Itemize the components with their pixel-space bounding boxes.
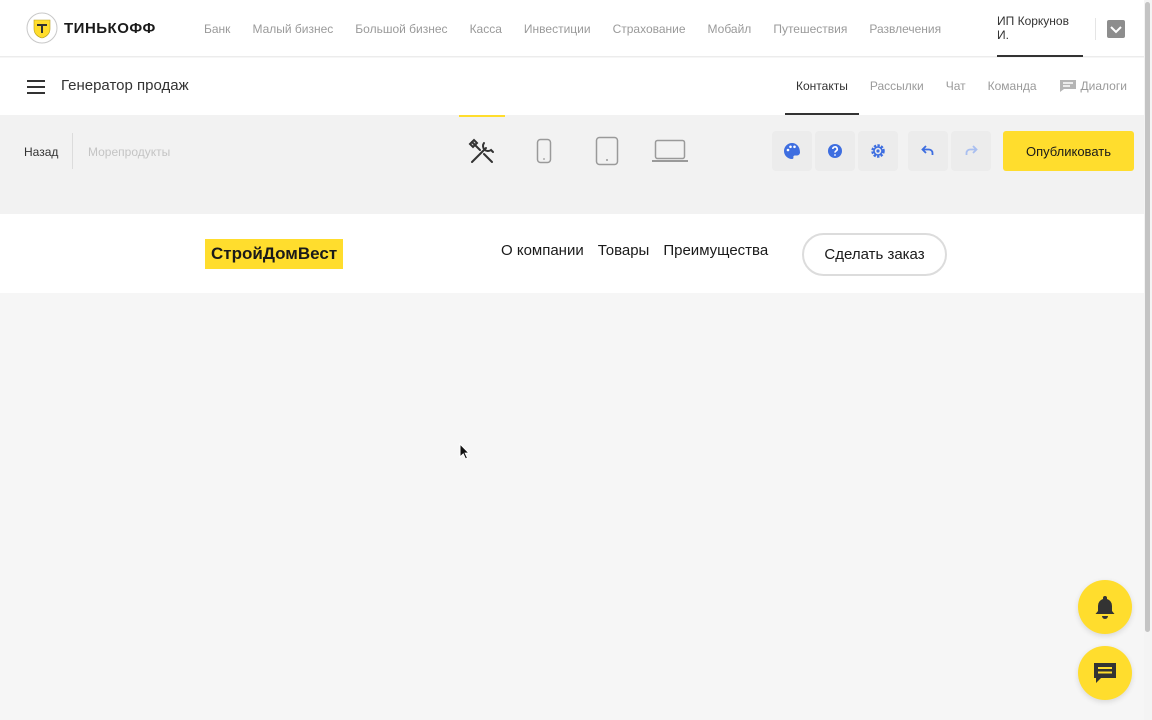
chat-icon <box>1094 663 1116 683</box>
top-nav-entertainment[interactable]: Развлечения <box>869 22 941 36</box>
site-nav: О компании Товары Преимущества <box>494 242 775 259</box>
app-tabs: Контакты Рассылки Чат Команда Диалоги <box>785 58 1138 115</box>
tablet-icon <box>595 136 619 166</box>
site-preview-canvas[interactable] <box>0 293 1144 720</box>
top-nav-big-business[interactable]: Большой бизнес <box>355 22 447 36</box>
tinkoff-shield-icon <box>26 12 58 44</box>
site-nav-advantages[interactable]: Преимущества <box>663 242 768 259</box>
device-tools-button[interactable] <box>459 115 505 187</box>
redo-button[interactable] <box>951 131 991 171</box>
top-nav-small-business[interactable]: Малый бизнес <box>252 22 333 36</box>
chat-button[interactable] <box>1078 646 1132 700</box>
settings-icon <box>871 144 885 158</box>
laptop-icon <box>652 139 688 162</box>
top-nav-mobile[interactable]: Мобайл <box>708 22 752 36</box>
user-menu-button[interactable] <box>1107 20 1125 38</box>
notifications-button[interactable] <box>1078 580 1132 634</box>
top-nav: Банк Малый бизнес Большой бизнес Касса И… <box>193 0 952 57</box>
help-icon <box>828 144 842 158</box>
device-mobile-button[interactable] <box>521 115 567 187</box>
tab-dialogs[interactable]: Диалоги <box>1048 58 1138 115</box>
app-bar: Генератор продаж Контакты Рассылки Чат К… <box>0 58 1144 115</box>
top-nav-kassa[interactable]: Касса <box>470 22 502 36</box>
theme-button[interactable] <box>772 131 812 171</box>
device-tablet-button[interactable] <box>584 115 630 187</box>
tab-chat[interactable]: Чат <box>935 58 977 115</box>
brand-name: ТИНЬКОФФ <box>64 19 156 37</box>
back-button[interactable]: Назад <box>24 145 58 159</box>
help-button[interactable] <box>815 131 855 171</box>
tab-mailings[interactable]: Рассылки <box>859 58 935 115</box>
hamburger-menu-icon[interactable] <box>27 80 45 94</box>
settings-button[interactable] <box>858 131 898 171</box>
chevron-down-icon <box>1110 26 1122 34</box>
publish-button[interactable]: Опубликовать <box>1003 131 1134 171</box>
mouse-cursor-icon <box>459 443 471 460</box>
device-desktop-button[interactable] <box>647 115 693 187</box>
top-nav-bank[interactable]: Банк <box>204 22 230 36</box>
site-nav-about[interactable]: О компании <box>501 242 584 259</box>
divider <box>1095 18 1096 40</box>
site-nav-products[interactable]: Товары <box>598 242 650 259</box>
mobile-icon <box>536 138 552 164</box>
undo-icon <box>921 145 934 155</box>
app-title: Генератор продаж <box>61 77 189 94</box>
top-nav-insurance[interactable]: Страхование <box>613 22 686 36</box>
undo-button[interactable] <box>908 131 948 171</box>
site-name: Морепродукты <box>88 145 171 159</box>
bell-icon <box>1095 596 1115 619</box>
divider <box>72 133 73 169</box>
user-name[interactable]: ИП Коркунов И. <box>997 0 1083 57</box>
chat-icon <box>1059 79 1076 92</box>
tinkoff-logo[interactable]: ТИНЬКОФФ <box>26 12 156 44</box>
tab-contacts[interactable]: Контакты <box>785 58 859 115</box>
top-nav-travel[interactable]: Путешествия <box>773 22 847 36</box>
redo-icon <box>965 145 978 155</box>
palette-icon <box>784 143 800 159</box>
tab-team[interactable]: Команда <box>977 58 1048 115</box>
site-preview-header: СтройДомВест О компании Товары Преимущес… <box>0 214 1144 293</box>
tab-dialogs-label: Диалоги <box>1080 78 1127 93</box>
order-button[interactable]: Сделать заказ <box>802 233 947 276</box>
top-navigation-bar: ТИНЬКОФФ Банк Малый бизнес Большой бизне… <box>0 0 1144 57</box>
editor-toolbar: Назад Морепродукты Опубликовать <box>0 115 1144 214</box>
tools-icon <box>468 138 494 163</box>
scrollbar-thumb[interactable] <box>1145 2 1150 632</box>
site-logo[interactable]: СтройДомВест <box>205 239 344 269</box>
top-nav-investments[interactable]: Инвестиции <box>524 22 591 36</box>
